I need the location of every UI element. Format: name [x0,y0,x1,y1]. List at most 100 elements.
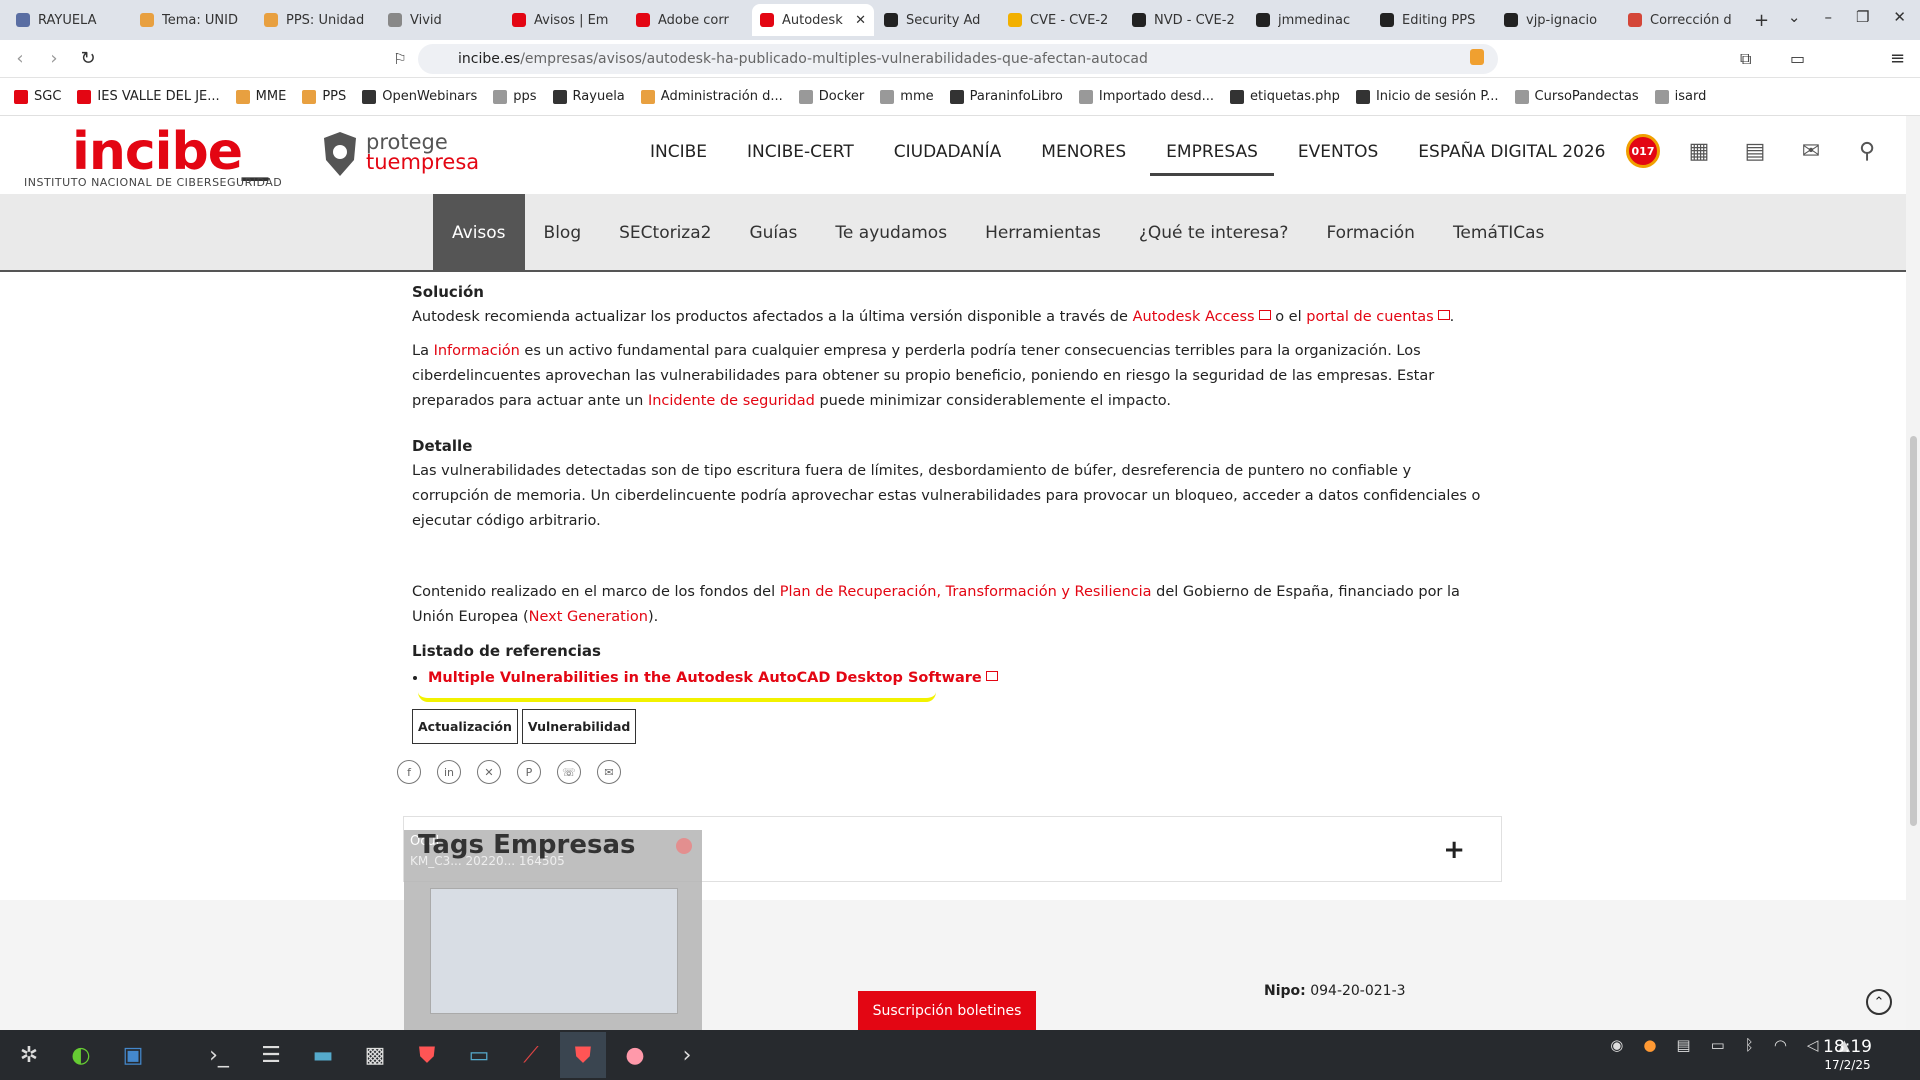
main-nav-item[interactable]: INCIBE-CERT [747,142,854,162]
bookmark-item[interactable]: isard [1654,89,1706,104]
calendar-icon[interactable]: ▦ [1682,134,1716,168]
settings-icon[interactable]: ☰ [248,1032,294,1078]
incibe-logo[interactable]: incibe_ [72,122,268,182]
bookmark-item[interactable]: etiquetas.php [1230,89,1340,104]
browser-tab[interactable]: Adobe corr [628,4,750,36]
newsletter-icon[interactable]: ▤ [1738,134,1772,168]
extensions-icon[interactable]: ⧉ [1740,49,1751,69]
bookmark-item[interactable]: MME [235,89,286,104]
browser-tab[interactable]: Autodesk ✕ [752,4,874,36]
forward-icon[interactable]: › [40,48,68,69]
browser-tab[interactable]: Corrección d [1620,4,1742,36]
linkedin-icon[interactable]: in [437,760,461,784]
browser-tab[interactable]: Vivid [380,4,502,36]
incidente-seguridad-link[interactable]: Incidente de seguridad [648,393,815,409]
browser-tab[interactable]: Avisos | Em [504,4,626,36]
tag-vulnerabilidad[interactable]: Vulnerabilidad [521,709,637,744]
sub-nav-item[interactable]: Guías [730,194,816,272]
whatsapp-icon[interactable]: ☏ [557,760,581,784]
system-monitor-icon[interactable]: ▣ [110,1032,156,1078]
tag-actualizacion[interactable]: Actualización [412,709,518,744]
bookmark-item[interactable]: Inicio de sesión P... [1355,89,1499,104]
sidebar-icon[interactable]: ▭ [1790,49,1805,68]
bookmark-item[interactable]: Administración d... [640,89,783,104]
scrollbar-thumb[interactable] [1910,436,1917,826]
files-icon[interactable]: ▬ [300,1032,346,1078]
bookmark-item[interactable]: Docker [798,89,864,104]
clipboard-icon[interactable]: ▤ [1676,1036,1690,1054]
address-bar[interactable]: incibe.es/empresas/avisos/autodesk-ha-pu… [418,44,1498,74]
pinterest-icon[interactable]: P [517,760,541,784]
bookmark-item[interactable]: OpenWebinars [362,89,477,104]
scroll-to-top-icon[interactable]: ⌃ [1866,989,1892,1015]
sub-nav-item[interactable]: Avisos [433,194,525,272]
sub-nav-item[interactable]: Herramientas [966,194,1120,272]
subscribe-button[interactable]: Suscripción boletines [858,991,1036,1030]
browser-tab[interactable]: Security Ad [876,4,998,36]
app-launcher-icon[interactable]: ✲ [6,1032,52,1078]
badge-017[interactable]: 017 [1626,134,1660,168]
next-generation-link[interactable]: Next Generation [529,609,648,625]
facebook-icon[interactable]: f [397,760,421,784]
sub-nav-item[interactable]: SECtoriza2 [600,194,730,272]
browser-tab[interactable]: jmmedinac [1248,4,1370,36]
main-nav-item[interactable]: ESPAÑA DIGITAL 2026 [1418,142,1605,162]
sub-nav-item[interactable]: Blog [525,194,601,272]
scrollbar[interactable] [1906,116,1920,1030]
main-nav-item[interactable]: INCIBE [650,142,707,162]
bookmark-item[interactable]: IES VALLE DEL JE... [77,89,220,104]
browser-tab[interactable]: NVD - CVE-2 [1124,4,1246,36]
reference-link[interactable]: Multiple Vulnerabilities in the Autodesk… [428,670,982,686]
popup-close-icon[interactable] [676,838,692,854]
brave-shield-icon[interactable] [1470,49,1484,65]
accessibility-icon[interactable]: ◉ [1610,1036,1623,1054]
autodesk-access-link[interactable]: Autodesk Access [1133,309,1255,325]
expand-plus-icon[interactable]: + [1443,835,1465,865]
bookmark-item[interactable]: PPS [302,89,346,104]
terminal-icon[interactable]: ›_ [196,1032,242,1078]
protege-tu-empresa-logo[interactable]: protege tuempresa [322,130,482,178]
mail-icon[interactable]: ✉ [1794,134,1828,168]
notes-icon[interactable]: ● [1643,1036,1656,1054]
battery-icon[interactable]: ▭ [1711,1036,1725,1054]
main-nav-item[interactable]: EVENTOS [1298,142,1378,162]
back-icon[interactable]: ‹ [6,48,34,69]
screenshot-app-icon[interactable]: ▩ [352,1032,398,1078]
maximize-icon[interactable]: ❐ [1856,8,1869,26]
browser-tab[interactable]: PPS: Unidad [256,4,378,36]
browser-tab[interactable]: Editing PPS [1372,4,1494,36]
sub-nav-item[interactable]: Formación [1307,194,1434,272]
email-icon[interactable]: ✉ [597,760,621,784]
bookmark-item[interactable]: mme [880,89,934,104]
portal-cuentas-link[interactable]: portal de cuentas [1306,309,1433,325]
new-tab-icon[interactable]: + [1754,10,1776,31]
browser-tab[interactable]: CVE - CVE-2 [1000,4,1122,36]
bookmark-item[interactable]: SGC [14,89,61,104]
close-tab-icon[interactable]: ✕ [855,13,866,28]
bookmark-item[interactable]: Rayuela [552,89,625,104]
bookmark-item[interactable]: Importado desd... [1078,89,1214,104]
reload-icon[interactable]: ↻ [74,48,102,69]
main-nav-item[interactable]: EMPRESAS [1150,142,1274,176]
screenshot-preview-popup[interactable]: Ocul KM_C3... 20220... 164505 Tags Empre… [404,830,702,1030]
code-editor-icon[interactable]: ⟋ [508,1032,554,1078]
browser-tab[interactable]: vjp-ignacio [1496,4,1618,36]
search-icon[interactable]: ⚲ [1850,134,1884,168]
main-nav-item[interactable]: CIUDADANÍA [894,142,1002,162]
bookmark-item[interactable]: pps [493,89,537,104]
updater-icon[interactable]: ● [612,1032,658,1078]
brave-active-icon[interactable]: ⛊ [560,1032,606,1078]
plan-recuperacion-link[interactable]: Plan de Recuperación, Transformación y R… [780,584,1152,600]
browser-tab[interactable]: RAYUELA [8,4,130,36]
bookmark-page-icon[interactable]: ⚐ [386,50,414,68]
bluetooth-icon[interactable]: ᛒ [1745,1036,1754,1054]
informacion-link[interactable]: Información [434,343,520,359]
bookmark-item[interactable]: CursoPandectas [1514,89,1639,104]
browser-tab[interactable]: Tema: UNID [132,4,254,36]
main-nav-item[interactable]: MENORES [1041,142,1126,162]
menu-icon[interactable]: ≡ [1890,48,1905,69]
close-window-icon[interactable]: ✕ [1893,8,1906,26]
wifi-icon[interactable]: ◠ [1774,1036,1787,1054]
sub-nav-item[interactable]: TemáTICas [1434,194,1563,272]
x-icon[interactable]: ✕ [477,760,501,784]
